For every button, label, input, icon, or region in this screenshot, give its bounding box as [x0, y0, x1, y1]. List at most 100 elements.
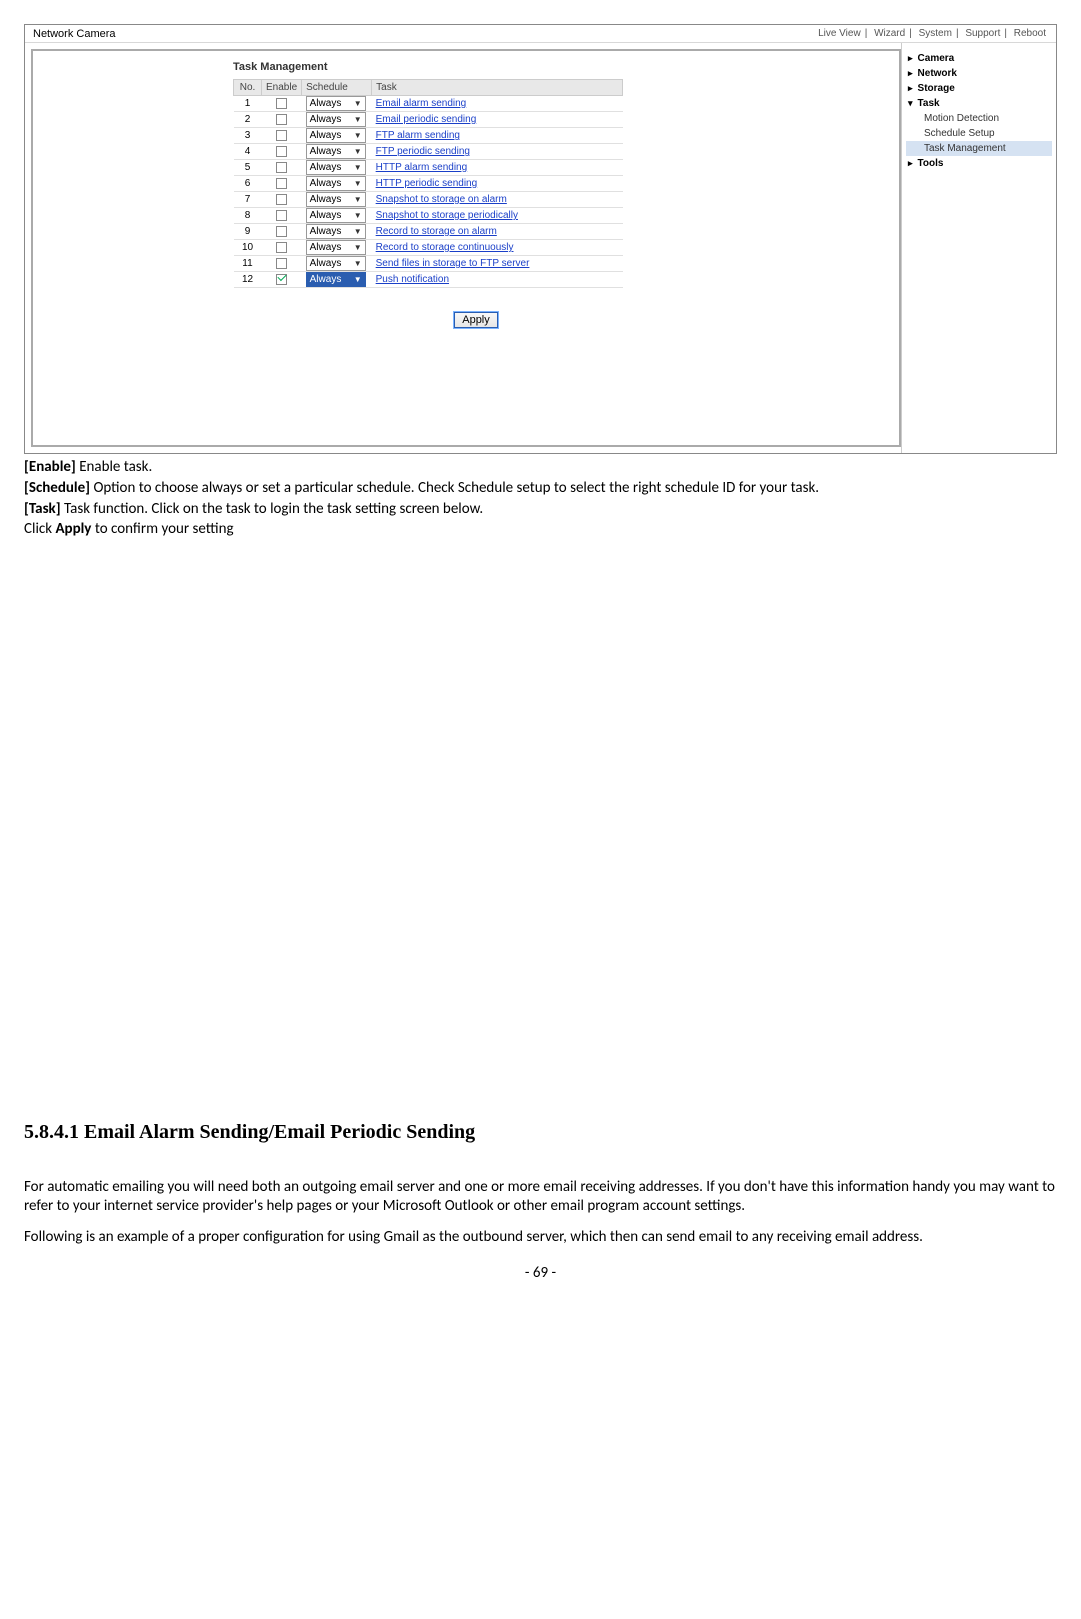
enable-checkbox[interactable]: [276, 242, 287, 253]
cell-no: 5: [234, 160, 262, 176]
cell-schedule: Always▼: [302, 192, 372, 208]
cell-enable: [262, 96, 302, 112]
chevron-right-icon: ▸: [908, 83, 913, 94]
task-link[interactable]: Email alarm sending: [376, 98, 467, 109]
sidebar-item-motion-detection[interactable]: Motion Detection: [906, 111, 1052, 126]
paragraph-schedule: [Schedule] Option to choose always or se…: [24, 479, 1057, 498]
cell-task: Email periodic sending: [372, 112, 623, 128]
cell-schedule: Always▼: [302, 256, 372, 272]
schedule-select[interactable]: Always▼: [306, 96, 366, 111]
enable-checkbox[interactable]: [276, 274, 287, 285]
term-task: [Task]: [24, 500, 61, 518]
cell-schedule: Always▼: [302, 128, 372, 144]
cell-no: 4: [234, 144, 262, 160]
cell-task: HTTP periodic sending: [372, 176, 623, 192]
task-link[interactable]: HTTP periodic sending: [376, 178, 478, 189]
cell-enable: [262, 176, 302, 192]
nav-support[interactable]: Support: [965, 28, 1000, 39]
task-link[interactable]: Snapshot to storage on alarm: [376, 194, 507, 205]
cell-task: HTTP alarm sending: [372, 160, 623, 176]
cell-no: 12: [234, 272, 262, 288]
cell-schedule: Always▼: [302, 144, 372, 160]
col-schedule: Schedule: [302, 80, 372, 96]
sidebar-item-storage[interactable]: ▸Storage: [906, 81, 1052, 96]
cell-schedule: Always▼: [302, 224, 372, 240]
schedule-select[interactable]: Always▼: [306, 224, 366, 239]
embedded-screenshot: Network Camera Live View| Wizard| System…: [24, 24, 1057, 454]
cell-task: Snapshot to storage on alarm: [372, 192, 623, 208]
table-row: 4 Always▼ FTP periodic sending: [234, 144, 623, 160]
cell-no: 10: [234, 240, 262, 256]
task-link[interactable]: Snapshot to storage periodically: [376, 210, 518, 221]
enable-checkbox[interactable]: [276, 130, 287, 141]
cell-schedule: Always▼: [302, 112, 372, 128]
enable-checkbox[interactable]: [276, 210, 287, 221]
enable-checkbox[interactable]: [276, 162, 287, 173]
task-link[interactable]: Send files in storage to FTP server: [376, 258, 530, 269]
schedule-select[interactable]: Always▼: [306, 208, 366, 223]
chevron-down-icon: ▼: [354, 115, 362, 124]
schedule-select[interactable]: Always▼: [306, 112, 366, 127]
cell-task: Record to storage on alarm: [372, 224, 623, 240]
cell-enable: [262, 224, 302, 240]
cell-enable: [262, 256, 302, 272]
enable-checkbox[interactable]: [276, 114, 287, 125]
table-row: 3Always▼FTP alarm sending: [234, 128, 623, 144]
schedule-select[interactable]: Always▼: [306, 176, 366, 191]
task-link[interactable]: Push notification: [376, 274, 449, 285]
enable-checkbox[interactable]: [276, 146, 287, 157]
enable-checkbox[interactable]: [276, 258, 287, 269]
cell-task: FTP periodic sending: [372, 144, 623, 160]
term-enable: [Enable]: [24, 458, 76, 476]
cell-no: 7: [234, 192, 262, 208]
cell-schedule: Always▼: [302, 96, 372, 112]
chevron-down-icon: ▼: [354, 163, 362, 172]
paragraph-enable: [Enable] Enable task.: [24, 458, 1057, 477]
cell-no: 6: [234, 176, 262, 192]
task-link[interactable]: Record to storage on alarm: [376, 226, 497, 237]
cell-enable: [262, 272, 302, 288]
task-link[interactable]: FTP periodic sending: [376, 146, 470, 157]
table-row: 5 Always▼ HTTP alarm sending: [234, 160, 623, 176]
task-link[interactable]: Email periodic sending: [376, 114, 477, 125]
nav-wizard[interactable]: Wizard: [874, 28, 905, 39]
cell-task: FTP alarm sending: [372, 128, 623, 144]
chevron-down-icon: ▼: [354, 179, 362, 188]
table-row: 11 Always▼ Send files in storage to FTP se…: [234, 256, 623, 272]
enable-checkbox[interactable]: [276, 98, 287, 109]
cell-no: 9: [234, 224, 262, 240]
task-link[interactable]: FTP alarm sending: [376, 130, 460, 141]
sidebar-item-schedule-setup[interactable]: Schedule Setup: [906, 126, 1052, 141]
topnav: Live View| Wizard| System| Support| Rebo…: [816, 28, 1048, 39]
chevron-down-icon: ▼: [354, 275, 362, 284]
sidebar-item-task-management[interactable]: Task Management: [906, 141, 1052, 156]
enable-checkbox[interactable]: [276, 226, 287, 237]
chevron-right-icon: ▸: [908, 68, 913, 79]
chevron-down-icon: ▾: [908, 98, 913, 109]
nav-reboot[interactable]: Reboot: [1014, 28, 1046, 39]
enable-checkbox[interactable]: [276, 178, 287, 189]
schedule-select[interactable]: Always▼: [306, 272, 366, 287]
schedule-select[interactable]: Always▼: [306, 256, 366, 271]
schedule-select[interactable]: Always▼: [306, 144, 366, 159]
sidebar-item-network[interactable]: ▸Network: [906, 66, 1052, 81]
task-link[interactable]: HTTP alarm sending: [376, 162, 468, 173]
nav-live-view[interactable]: Live View: [818, 28, 861, 39]
sidebar-item-tools[interactable]: ▸Tools: [906, 156, 1052, 171]
cell-schedule: Always▼: [302, 240, 372, 256]
cell-no: 11: [234, 256, 262, 272]
chevron-down-icon: ▼: [354, 211, 362, 220]
section-heading: 5.8.4.1 Email Alarm Sending/Email Period…: [24, 1121, 1057, 1144]
page-number: - 69 -: [24, 1264, 1057, 1282]
cell-schedule: Always▼: [302, 160, 372, 176]
sidebar-item-task[interactable]: ▾Task: [906, 96, 1052, 111]
schedule-select[interactable]: Always▼: [306, 240, 366, 255]
sidebar-item-camera[interactable]: ▸Camera: [906, 51, 1052, 66]
task-link[interactable]: Record to storage continuously: [376, 242, 514, 253]
nav-system[interactable]: System: [919, 28, 952, 39]
apply-button[interactable]: Apply: [454, 312, 498, 328]
schedule-select[interactable]: Always▼: [306, 128, 366, 143]
enable-checkbox[interactable]: [276, 194, 287, 205]
schedule-select[interactable]: Always▼: [306, 192, 366, 207]
schedule-select[interactable]: Always▼: [306, 160, 366, 175]
